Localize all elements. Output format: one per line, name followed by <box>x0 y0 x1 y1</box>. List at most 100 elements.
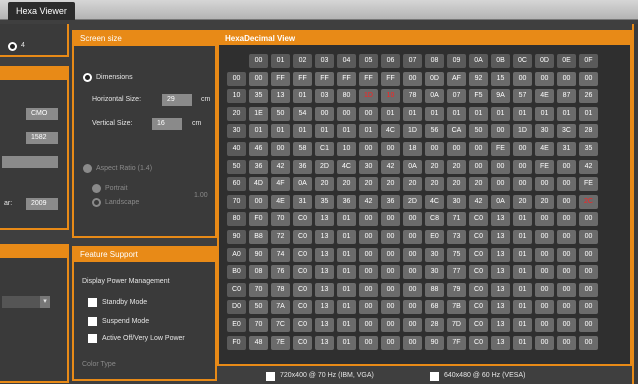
hex-cell[interactable]: 72 <box>271 230 290 244</box>
hex-cell[interactable]: C0 <box>293 212 312 227</box>
hex-cell[interactable]: 00 <box>381 142 400 156</box>
dimensions-radio[interactable] <box>83 73 92 82</box>
hex-cell[interactable]: C0 <box>469 318 488 332</box>
hex-cell[interactable]: 7E <box>271 335 290 350</box>
hex-cell[interactable]: 36 <box>381 194 400 209</box>
hex-cell[interactable]: 30 <box>535 124 554 139</box>
hex-cell[interactable]: 20 <box>513 194 532 209</box>
hex-cell[interactable]: C0 <box>469 212 488 227</box>
hex-cell[interactable]: 00 <box>513 71 532 86</box>
hex-cell[interactable]: 30 <box>447 194 466 209</box>
hex-cell[interactable]: 13 <box>315 230 334 244</box>
hex-cell[interactable]: 00 <box>491 177 510 192</box>
hex-cell[interactable]: 00 <box>359 282 378 297</box>
hex-cell[interactable]: 01 <box>293 124 312 139</box>
hex-cell[interactable]: 42 <box>359 194 378 209</box>
hex-cell[interactable]: 00 <box>535 265 554 280</box>
hex-cell[interactable]: 00 <box>579 212 598 227</box>
hex-cell[interactable]: 7F <box>447 335 466 350</box>
hex-cell[interactable]: 70 <box>249 318 268 332</box>
hex-cell[interactable]: 01 <box>491 106 510 121</box>
hex-cell[interactable]: 00 <box>381 300 400 315</box>
hex-cell[interactable]: FF <box>359 71 378 86</box>
hex-cell[interactable]: 73 <box>447 230 466 244</box>
hex-cell[interactable]: 3C <box>557 124 576 139</box>
hex-cell[interactable]: 00 <box>557 71 576 86</box>
hex-cell[interactable]: 00 <box>359 300 378 315</box>
hex-cell[interactable]: 50 <box>469 124 488 139</box>
hex-cell[interactable]: 00 <box>359 318 378 332</box>
hex-cell[interactable]: 01 <box>337 265 356 280</box>
hex-cell[interactable]: 20 <box>535 194 554 209</box>
hex-cell[interactable]: 00 <box>579 300 598 315</box>
hex-cell[interactable]: 01 <box>381 106 400 121</box>
hex-cell[interactable]: 00 <box>447 142 466 156</box>
hex-cell[interactable]: 74 <box>271 247 290 262</box>
hex-cell[interactable]: 00 <box>579 247 598 262</box>
hex-cell[interactable]: 92 <box>469 71 488 86</box>
hex-cell[interactable]: 30 <box>359 159 378 174</box>
hex-cell[interactable]: 76 <box>271 265 290 280</box>
hex-cell[interactable]: 35 <box>579 142 598 156</box>
hex-cell[interactable]: 01 <box>271 124 290 139</box>
hex-cell[interactable]: 7A <box>271 300 290 315</box>
hex-cell[interactable]: 80 <box>337 89 356 104</box>
hex-cell[interactable]: 20 <box>381 177 400 192</box>
hex-cell[interactable]: 20 <box>425 159 444 174</box>
hex-cell[interactable]: 28 <box>579 124 598 139</box>
hex-cell[interactable]: 01 <box>513 106 532 121</box>
hex-cell[interactable]: 00 <box>535 212 554 227</box>
hex-cell[interactable]: 00 <box>557 300 576 315</box>
hex-cell[interactable]: FF <box>293 71 312 86</box>
hex-cell[interactable]: 00 <box>337 106 356 121</box>
hex-cell[interactable]: 00 <box>513 142 532 156</box>
hex-cell[interactable]: 20 <box>337 177 356 192</box>
hex-cell[interactable]: 07 <box>447 89 466 104</box>
hex-cell[interactable]: 31 <box>557 142 576 156</box>
hex-cell[interactable]: C0 <box>293 318 312 332</box>
hex-cell[interactable]: 42 <box>469 194 488 209</box>
hex-cell[interactable]: 30 <box>425 265 444 280</box>
hex-cell[interactable]: C0 <box>293 282 312 297</box>
hex-cell[interactable]: 71 <box>447 212 466 227</box>
hex-cell[interactable]: 00 <box>557 247 576 262</box>
hex-cell[interactable]: 00 <box>557 159 576 174</box>
hex-cell[interactable]: C0 <box>293 300 312 315</box>
hex-cell[interactable]: 13 <box>491 212 510 227</box>
hex-cell[interactable]: C0 <box>293 335 312 350</box>
hex-cell[interactable]: 0A <box>425 89 444 104</box>
hex-cell[interactable]: 54 <box>293 106 312 121</box>
hex-cell[interactable]: 01 <box>337 335 356 350</box>
hex-cell[interactable]: FF <box>337 71 356 86</box>
hex-cell[interactable]: 42 <box>381 159 400 174</box>
hex-cell[interactable]: 30 <box>425 247 444 262</box>
hex-cell[interactable]: 7C <box>271 318 290 332</box>
hex-cell[interactable]: 1D <box>403 124 422 139</box>
hex-cell[interactable]: 4E <box>271 194 290 209</box>
hex-cell[interactable]: E0 <box>425 230 444 244</box>
hex-cell[interactable]: AF <box>447 71 466 86</box>
hex-cell[interactable]: 13 <box>315 247 334 262</box>
hex-cell[interactable]: 68 <box>425 300 444 315</box>
hex-cell[interactable]: 36 <box>293 159 312 174</box>
hex-cell[interactable]: 01 <box>337 212 356 227</box>
hex-cell[interactable]: 79 <box>447 282 466 297</box>
hex-cell[interactable]: 15 <box>491 71 510 86</box>
hex-cell[interactable]: 9A <box>491 89 510 104</box>
left-field-1[interactable]: CMO <box>26 108 58 120</box>
hex-cell[interactable]: 00 <box>425 142 444 156</box>
horizontal-size-input[interactable]: 29 <box>162 94 192 106</box>
hex-cell[interactable]: 00 <box>535 335 554 350</box>
hex-cell[interactable]: 00 <box>403 335 422 350</box>
hex-cell[interactable]: 01 <box>293 89 312 104</box>
hex-cell[interactable]: 01 <box>425 106 444 121</box>
hex-cell[interactable]: FE <box>579 177 598 192</box>
hex-cell[interactable]: 4F <box>271 177 290 192</box>
hex-cell[interactable]: 00 <box>557 282 576 297</box>
hex-cell[interactable]: 1D <box>359 89 378 104</box>
hex-cell[interactable]: 08 <box>249 265 268 280</box>
hex-cell[interactable]: 13 <box>315 282 334 297</box>
hex-cell[interactable]: 01 <box>513 282 532 297</box>
hex-cell[interactable]: 0A <box>403 159 422 174</box>
dropdown-arrow-icon[interactable]: ▾ <box>40 296 50 308</box>
